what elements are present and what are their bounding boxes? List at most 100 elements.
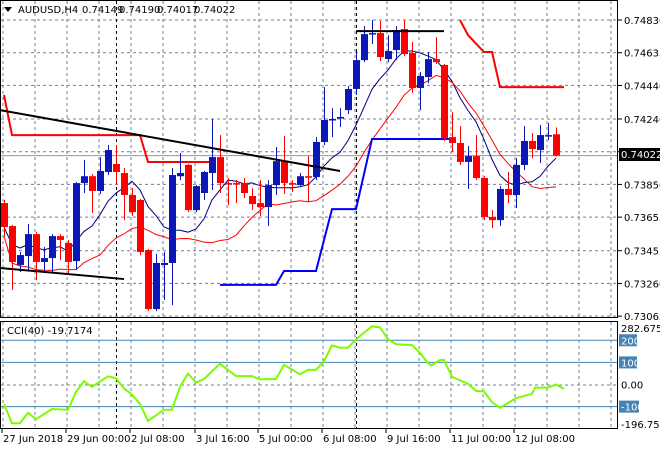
candle-body [129,195,136,213]
current-price-label: 0.74022 [621,150,660,161]
price-label: 0.74240 [624,115,660,126]
candle-body [481,178,488,217]
candle-body [25,234,32,257]
candle-body [297,176,304,186]
candle-body [345,88,352,111]
candle-bullish[interactable] [497,186,504,227]
candle-body [313,141,320,178]
cci-level-label: -100 [621,403,644,414]
candle-body [105,150,112,173]
candle-bullish[interactable] [193,185,200,213]
candle-body [73,183,80,262]
candle-body [281,161,288,184]
candle-body [233,183,240,185]
candle-bearish[interactable] [441,63,448,141]
candle-bearish[interactable] [145,249,152,311]
open-price: 0.74149 [82,5,123,16]
cci-title: CCI(40) -19.7174 [7,326,93,337]
candle-body [369,33,376,35]
candle-body [89,176,96,191]
candle-body [553,134,560,156]
candle-body [529,140,536,150]
cci-level-label: 0.00 [621,380,643,391]
candle-body [305,176,312,178]
candle-body [273,161,280,186]
candle-body [113,163,120,173]
candle-bullish[interactable] [345,86,352,114]
cci-level-label: 200 [621,336,640,347]
candle-body [97,171,104,191]
candle-bullish[interactable] [313,137,320,181]
chart-window[interactable]: AUDUSD,H4 0.74149 0.74190 0.74017 0.7402… [0,0,660,450]
candle-body [49,236,56,259]
price-label: 0.73655 [624,213,660,224]
candle-body [489,216,496,221]
candle-bullish[interactable] [73,182,80,270]
candle-body [425,59,432,78]
candle-bearish[interactable] [481,176,488,221]
candle-body [225,183,232,185]
candle-body [545,135,552,137]
candle-body [169,175,176,263]
candle-body [537,135,544,151]
candle-body [177,173,184,177]
candle-body [217,157,224,184]
candle-body [137,200,144,253]
candle-body [145,250,152,310]
candle-body [361,34,368,61]
candle-body [377,33,384,58]
price-label: 0.74440 [624,81,660,92]
candle-body [441,64,448,138]
time-label: 29 Jun 00:00 [67,434,131,445]
candle-body [353,60,360,89]
candle-bearish[interactable] [137,199,144,256]
candle-body [417,76,424,88]
candle-body [457,142,464,162]
candle-body [17,255,24,265]
candle-body [209,157,216,174]
candle-body [81,176,88,184]
price-label: 0.73850 [624,180,660,191]
candle-body [473,156,480,179]
chart-header: AUDUSD,H4 0.74149 0.74190 0.74017 0.7402… [4,5,235,16]
candle-body [201,172,208,193]
time-label: 9 Jul 16:00 [387,434,441,445]
candle-body [385,51,392,60]
candle-body [241,183,248,193]
price-label: 0.73455 [624,247,660,258]
candle-bearish[interactable] [185,163,192,213]
time-label: 12 Jul 08:00 [515,434,575,445]
candle-body [33,234,40,262]
candle-body [257,203,264,208]
candle-body [41,258,48,262]
candle-body [289,183,296,185]
candle-body [401,29,408,55]
price-label: 0.73260 [624,279,660,290]
candle-body [193,186,200,211]
candle-body [449,137,456,143]
cci-level-label: 100 [621,358,640,369]
symbol-label: AUDUSD,H4 [18,5,78,16]
candle-body [465,156,472,162]
candle-body [265,185,272,208]
candle-body [161,262,168,265]
candle-body [505,188,512,195]
time-label: 2 Jul 08:00 [131,434,185,445]
close-price: 0.74022 [194,5,235,16]
price-label: 0.74635 [624,49,660,60]
time-label: 11 Jul 00:00 [451,434,511,445]
time-label: 27 Jun 2018 [3,434,63,445]
candle-body [513,164,520,195]
candle-body [185,164,192,211]
candle-body [57,236,64,240]
candle-body [1,203,8,228]
candle-body [497,188,504,221]
candle-body [521,140,528,165]
current-price-tag: 0.74022 [619,148,660,161]
candle-body [433,59,440,63]
cci-max-label: 282.6753 [621,324,660,335]
price-label: 0.74830 [624,16,660,27]
candle-body [249,196,256,205]
candle-body [121,173,128,195]
candle-body [393,30,400,51]
